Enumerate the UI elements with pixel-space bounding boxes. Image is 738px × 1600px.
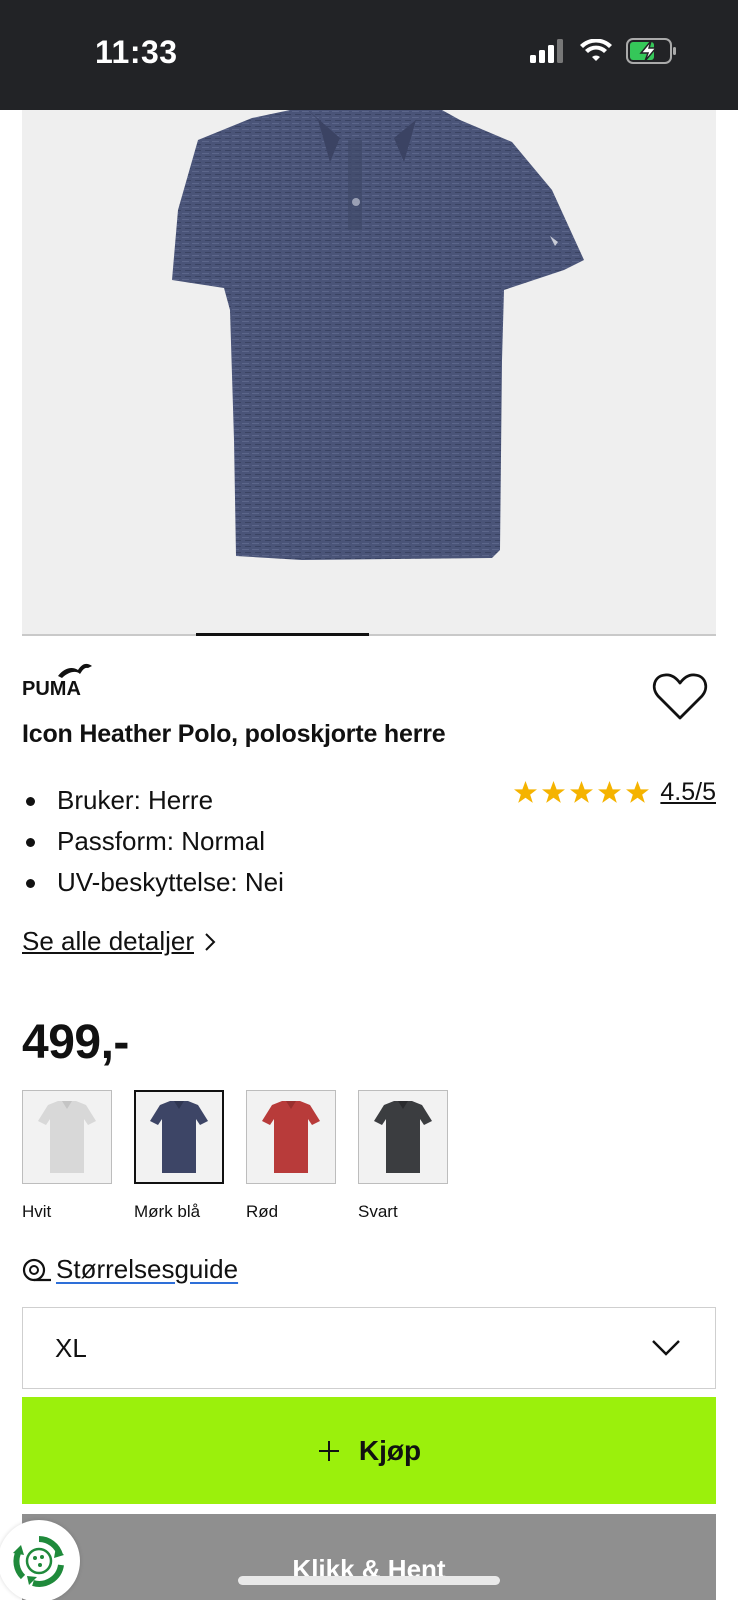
see-all-details-label: Se alle detaljer	[22, 926, 194, 956]
swatch-image	[22, 1090, 112, 1184]
star-icon	[542, 781, 566, 803]
wifi-icon	[580, 39, 612, 61]
swatch-image	[246, 1090, 336, 1184]
size-guide-link[interactable]: Størrelsesguide	[22, 1254, 238, 1285]
carousel-progress-indicator	[196, 633, 369, 636]
swatch-rod[interactable]: Rød	[246, 1090, 336, 1222]
see-all-details-link[interactable]: Se alle detaljer	[22, 926, 216, 957]
swatch-label: Hvit	[22, 1202, 52, 1221]
recycle-icon	[13, 1536, 64, 1587]
size-guide-label: Størrelsesguide	[56, 1254, 239, 1284]
heart-outline-icon	[652, 673, 708, 720]
swatch-image	[358, 1090, 448, 1184]
swatch-label: Mørk blå	[134, 1202, 201, 1221]
swatch-mork-bla[interactable]: Mørk blå	[134, 1090, 224, 1222]
feature-item: Bruker: Herre	[22, 780, 284, 821]
star-icon	[626, 781, 650, 803]
tape-measure-icon	[22, 1258, 51, 1281]
feature-item: UV-beskyttelse: Nei	[22, 862, 284, 903]
plus-icon	[318, 1440, 339, 1461]
product-title: Icon Heather Polo, poloskjorte herre	[22, 720, 446, 748]
status-icons	[530, 38, 678, 64]
star-icon	[570, 781, 594, 803]
size-select[interactable]: XL	[22, 1307, 716, 1389]
chevron-right-icon	[205, 932, 216, 951]
product-image[interactable]	[22, 110, 716, 636]
recycle-badge-button[interactable]	[0, 1520, 80, 1600]
rating-stars	[513, 780, 650, 805]
swatch-label: Rød	[246, 1202, 279, 1221]
status-time: 11:33	[95, 34, 178, 70]
signal-icon	[530, 39, 563, 63]
click-and-collect-button[interactable]: Klikk & Hent	[22, 1514, 716, 1600]
rating-value-link[interactable]: 4.5/5	[660, 778, 716, 807]
carousel-progress-track	[22, 634, 716, 636]
star-icon	[598, 781, 622, 803]
polo-shirt-thumbnail	[374, 1101, 432, 1173]
product-features: Bruker: Herre Passform: Normal UV-beskyt…	[22, 780, 284, 903]
swatch-svart[interactable]: Svart	[358, 1090, 448, 1222]
polo-shirt-thumbnail	[38, 1101, 96, 1173]
size-select-value: XL	[55, 1332, 87, 1363]
chevron-down-icon	[652, 1340, 680, 1356]
battery-charging-icon	[626, 38, 676, 64]
polo-shirt-thumbnail	[150, 1101, 208, 1173]
product-rating: 4.5/5	[513, 778, 716, 807]
swatch-hvit[interactable]: Hvit	[22, 1090, 112, 1222]
swatch-image	[134, 1090, 224, 1184]
status-bar: 11:33	[0, 0, 738, 110]
brand-logo[interactable]: PUMA	[22, 662, 94, 703]
polo-shirt-image	[172, 110, 584, 560]
polo-shirt-thumbnail	[262, 1101, 320, 1173]
buy-button-label: Kjøp	[358, 1434, 422, 1466]
home-indicator[interactable]	[238, 1576, 500, 1585]
feature-item: Passform: Normal	[22, 821, 284, 862]
brand-name: PUMA	[22, 678, 81, 698]
product-price: 499,-	[22, 1016, 129, 1069]
favorite-button[interactable]	[652, 672, 710, 724]
buy-button[interactable]: Kjøp	[22, 1397, 716, 1504]
swatch-label: Svart	[358, 1202, 398, 1221]
color-swatches: Hvit Mørk blå Rød Svart	[22, 1090, 448, 1222]
star-icon	[514, 781, 538, 803]
